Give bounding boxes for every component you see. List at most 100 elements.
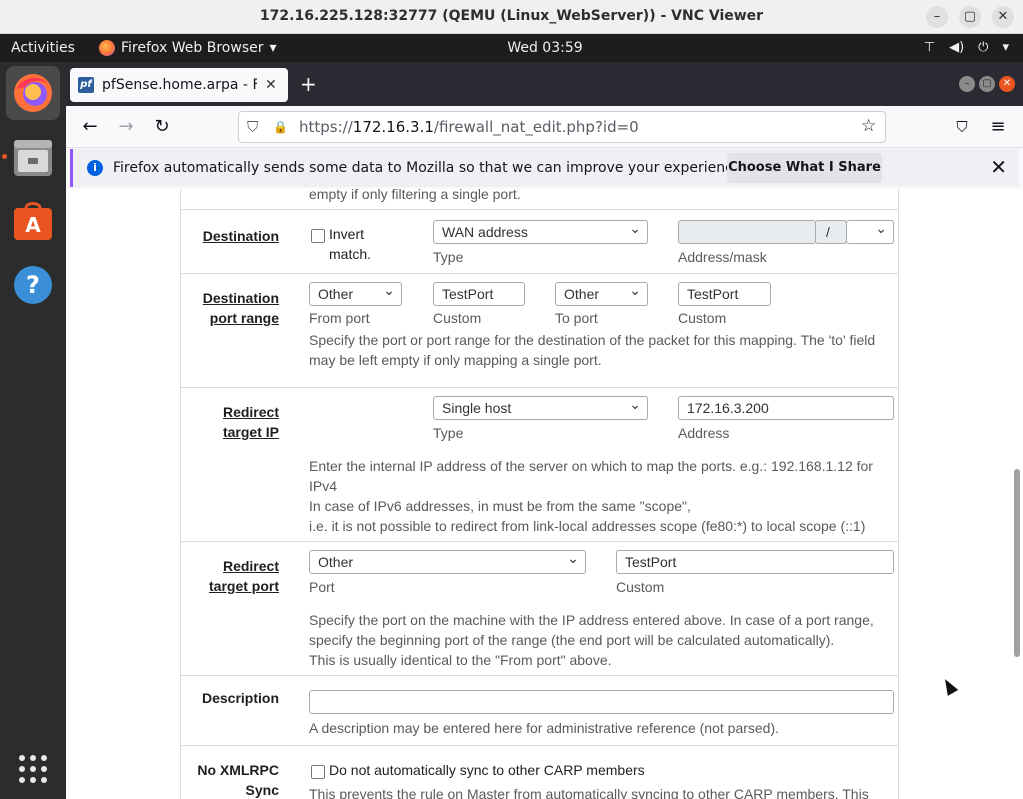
nat-edit-form: empty if only filtering a single port. D… [180, 189, 899, 799]
description-row: Description A description may be entered… [181, 675, 898, 745]
no-xmlrpc-sync-checkbox[interactable] [311, 765, 325, 779]
tab-title: pfSense.home.arpa - Firewall [102, 77, 257, 93]
redirect-ip-type-select[interactable]: Single host [433, 393, 648, 420]
help-icon: ? [14, 266, 52, 304]
new-tab-button[interactable]: + [300, 72, 317, 96]
window-controls: – ▢ ✕ [959, 76, 1015, 92]
invert-match-label-1: Invert [329, 226, 365, 242]
firefox-icon [14, 74, 52, 112]
destination-type-select[interactable]: WAN address [433, 217, 648, 244]
system-tray[interactable]: ⊤ ◀) ⏻ ▾ [924, 40, 1009, 55]
close-window-button[interactable]: ✕ [999, 76, 1015, 92]
chevron-down-icon: ▾ [1002, 40, 1009, 55]
notification-bar: i Firefox automatically sends some data … [70, 149, 1019, 187]
destination-mask-separator: / [815, 220, 847, 244]
vnc-window-title: 172.16.225.128:32777 (QEMU (Linux_WebSer… [259, 8, 764, 24]
invert-match-checkbox[interactable] [311, 229, 325, 243]
redirect-port-custom-caption: Custom [616, 579, 665, 595]
xmlrpc-sync-row: No XMLRPC Sync Do not automatically sync … [181, 745, 898, 799]
tab-pfsense[interactable]: pf pfSense.home.arpa - Firewall ✕ [70, 68, 288, 102]
no-xmlrpc-sync-checkbox-label: Do not automatically sync to other CARP … [329, 762, 645, 778]
xmlrpc-help-1: This prevents the rule on Master from au… [309, 786, 869, 799]
redirect-ip-help-1: Enter the internal IP address of the ser… [309, 458, 873, 474]
close-notification-icon[interactable]: ✕ [990, 155, 1007, 179]
destination-mask-select[interactable] [846, 217, 894, 244]
destination-label: Destination [202, 228, 279, 244]
redirect-ip-address-caption: Address [678, 425, 730, 441]
maximize-button[interactable]: ▢ [979, 76, 995, 92]
from-port-custom-input[interactable]: TestPort [433, 282, 525, 306]
vnc-close-button[interactable]: ✕ [992, 6, 1014, 28]
vnc-maximize-button[interactable]: ▢ [959, 6, 981, 28]
dock-firefox[interactable] [6, 66, 60, 120]
minimize-button[interactable]: – [959, 76, 975, 92]
files-icon [14, 140, 52, 176]
to-port-select[interactable]: Other [555, 279, 648, 306]
lock-icon[interactable]: 🔒 [273, 120, 288, 134]
redirect-ip-help-3: In case of IPv6 addresses, in must be fr… [309, 498, 691, 514]
from-port-custom-caption: Custom [433, 310, 482, 326]
close-tab-icon[interactable]: ✕ [265, 77, 277, 93]
url-host: 172.16.3.1 [352, 118, 434, 136]
tab-strip: pf pfSense.home.arpa - Firewall ✕ + – ▢ … [66, 62, 1023, 106]
destination-port-range-row: Destinationport range Other From port Te… [181, 273, 898, 387]
source-port-help: empty if only filtering a single port. [309, 189, 521, 202]
redirect-port-select[interactable]: Other [309, 547, 586, 574]
destination-row: Destination Invert match. WAN address Ty… [181, 209, 898, 273]
vnc-minimize-button[interactable]: – [926, 6, 948, 28]
url-path: /firewall_nat_edit.php?id=0 [433, 118, 639, 136]
svg-text:A: A [25, 213, 41, 237]
to-port-custom-caption: Custom [678, 310, 727, 326]
forward-button[interactable]: → [114, 115, 138, 139]
description-help: A description may be entered here for ad… [309, 720, 780, 736]
choose-what-i-share-button[interactable]: Choose What I Share [727, 153, 882, 183]
redirect-port-help-1: Specify the port on the machine with the… [309, 612, 874, 628]
redirect-target-port-row: Redirecttarget port Other Port TestPort … [181, 541, 898, 675]
vnc-titlebar: 172.16.225.128:32777 (QEMU (Linux_WebSer… [0, 0, 1023, 34]
dock-software[interactable]: A [6, 194, 60, 248]
redirect-port-help-3: This is usually identical to the "From p… [309, 652, 612, 668]
to-port-custom-input[interactable]: TestPort [678, 282, 771, 306]
dock-help[interactable]: ? [6, 258, 60, 312]
clock[interactable]: Wed 03:59 [0, 40, 1023, 56]
redirect-target-ip-label: Redirect target IP [222, 404, 279, 440]
redirect-ip-help-4: i.e. it is not possible to redirect from… [309, 518, 866, 534]
description-label: Description [201, 690, 279, 706]
volume-icon: ◀) [949, 40, 965, 55]
destination-port-range-label: Destination port range [202, 290, 279, 326]
redirect-ip-address-input[interactable]: 172.16.3.200 [678, 396, 894, 420]
destination-type-caption: Type [433, 249, 464, 265]
url-bar[interactable]: ⛉ 🔒 https:// 172.16.3.1 /firewall_nat_ed… [238, 111, 886, 143]
redirect-target-port-label: Redirect target port [209, 558, 279, 594]
dock-show-apps[interactable] [6, 742, 60, 796]
software-center-icon: A [14, 202, 52, 240]
tracking-shield-icon[interactable]: ⛉ [247, 118, 258, 136]
power-icon: ⏻ [978, 40, 989, 55]
gnome-top-bar: Activities Firefox Web Browser ▾ Wed 03:… [0, 34, 1023, 62]
port-range-help-2: may be left empty if only mapping a sing… [309, 352, 602, 368]
port-range-help-1: Specify the port or port range for the d… [309, 332, 876, 348]
redirect-port-help-2: specify the beginning port of the range … [309, 632, 835, 648]
xmlrpc-sync-label: No XMLRPC Sync [197, 762, 279, 798]
app-grid-icon [19, 755, 47, 783]
destination-address-input[interactable] [678, 220, 816, 244]
description-input[interactable] [309, 690, 894, 714]
invert-match-label-2: match. [329, 246, 372, 262]
menu-icon[interactable]: ≡ [986, 115, 1010, 139]
redirect-ip-help-2: IPv4 [309, 478, 338, 494]
reload-button[interactable]: ↻ [150, 115, 174, 139]
info-icon: i [87, 160, 103, 176]
pocket-icon[interactable]: ⛉ [950, 115, 974, 139]
pfsense-favicon-icon: pf [78, 77, 94, 93]
svg-text:?: ? [26, 271, 40, 299]
redirect-port-custom-input[interactable]: TestPort [616, 550, 894, 574]
redirect-ip-type-caption: Type [433, 425, 464, 441]
page-scrollbar[interactable] [1014, 469, 1020, 657]
back-button[interactable]: ← [78, 115, 102, 139]
page-content: empty if only filtering a single port. D… [66, 189, 1023, 799]
from-port-select[interactable]: Other [309, 279, 402, 306]
to-port-caption: To port [555, 310, 598, 326]
dock-files[interactable] [6, 130, 60, 184]
firefox-window: pf pfSense.home.arpa - Firewall ✕ + – ▢ … [66, 62, 1023, 799]
bookmark-star-icon[interactable]: ☆ [861, 116, 876, 136]
